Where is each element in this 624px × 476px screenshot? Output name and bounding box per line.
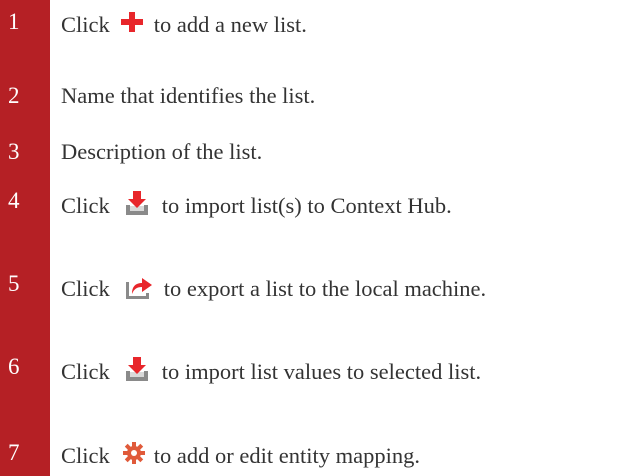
step-number-rail — [0, 0, 50, 476]
step-text: Click to export a list to the local mach… — [61, 272, 624, 305]
step-text-after: to add a new list. — [153, 11, 307, 37]
step-text-before: Click — [61, 442, 110, 468]
step-number: 6 — [8, 354, 20, 379]
step-text: Click to import list(s) to Context Hub. — [61, 189, 624, 222]
step-text: Name that identifies the list. — [61, 83, 316, 108]
step-number: 5 — [8, 271, 20, 296]
step-text: Click to add or edit entity mapping. — [61, 441, 624, 470]
step-number: 1 — [8, 9, 20, 34]
step-text-after: to import list(s) to Context Hub. — [161, 192, 452, 218]
step-text-after: to import list values to selected list. — [161, 358, 482, 384]
step-text-before: Click — [61, 275, 110, 301]
import-icon — [124, 355, 150, 388]
step-text-before: Click — [61, 11, 110, 37]
step-text-after: to add or edit entity mapping. — [153, 442, 420, 468]
step-number: 4 — [8, 188, 20, 213]
step-text: Click to add a new list. — [61, 10, 624, 39]
step-number: 2 — [8, 83, 20, 108]
import-icon — [124, 189, 150, 222]
gear-icon — [122, 441, 146, 470]
export-icon — [124, 272, 154, 305]
step-text: Click to import list values to selected … — [61, 355, 624, 388]
step-number: 3 — [8, 139, 20, 164]
add-icon — [120, 10, 144, 39]
step-text-after: to export a list to the local machine. — [163, 275, 487, 301]
step-text-before: Click — [61, 192, 110, 218]
step-text-before: Click — [61, 358, 110, 384]
step-text: Description of the list. — [61, 139, 263, 164]
step-number: 7 — [8, 440, 20, 465]
